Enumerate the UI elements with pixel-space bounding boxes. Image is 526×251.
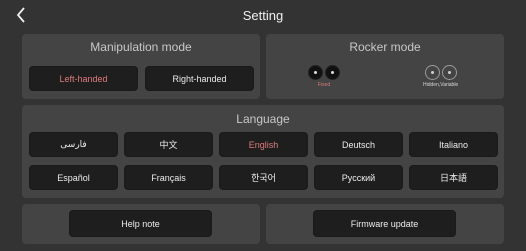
rocker-mode-title: Rocker mode [349, 40, 421, 54]
manipulation-mode-panel: Manipulation mode Left-handed Right-hand… [22, 34, 260, 99]
lang-korean-button[interactable]: 한국어 [219, 165, 308, 190]
rocker-hidden-label: Hidden,Variable [423, 82, 459, 88]
rocker-fixed-label: Fixed [317, 82, 331, 88]
lang-francais-button[interactable]: Français [124, 165, 213, 190]
firmware-panel: Firmware update [266, 204, 504, 244]
lang-deutsch-button[interactable]: Deutsch [314, 132, 403, 157]
lang-chinese-button[interactable]: 中文 [124, 132, 213, 157]
rocker-mode-panel: Rocker mode Fixed Hidden,Variable [266, 34, 504, 99]
firmware-update-button[interactable]: Firmware update [313, 210, 456, 237]
rocker-fixed-icon [308, 65, 340, 80]
help-panel: Help note [22, 204, 260, 244]
language-title: Language [236, 112, 290, 126]
rocker-fixed-option[interactable]: Fixed [308, 65, 340, 88]
left-handed-button[interactable]: Left-handed [29, 66, 138, 91]
right-handed-button[interactable]: Right-handed [145, 66, 254, 91]
lang-russian-button[interactable]: Русский [314, 165, 403, 190]
lang-japanese-button[interactable]: 日本語 [409, 165, 498, 190]
lang-italiano-button[interactable]: Italiano [409, 132, 498, 157]
manipulation-mode-title: Manipulation mode [90, 40, 192, 54]
rocker-hidden-variable-option[interactable]: Hidden,Variable [423, 65, 458, 88]
language-panel: Language فارسی 中文 English Deutsch Italia… [22, 105, 504, 198]
lang-farsi-button[interactable]: فارسی [29, 132, 118, 157]
lang-espanol-button[interactable]: Español [29, 165, 118, 190]
page-title: Setting [242, 8, 284, 23]
header: Setting [0, 0, 526, 30]
lang-english-button[interactable]: English [219, 132, 308, 157]
help-note-button[interactable]: Help note [69, 210, 212, 237]
rocker-hidden-icon [424, 65, 457, 80]
